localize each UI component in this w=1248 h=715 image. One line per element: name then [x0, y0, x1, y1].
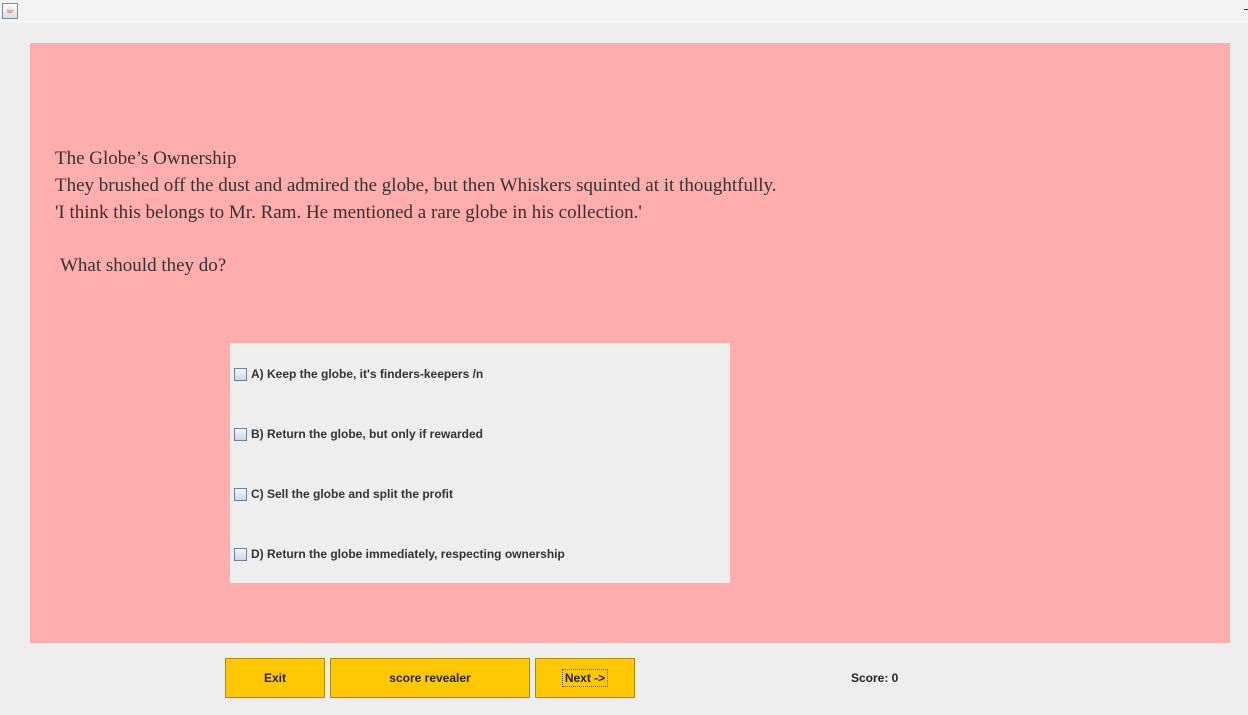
- checkbox-icon[interactable]: [234, 367, 247, 381]
- option-a[interactable]: A) Keep the globe, it's finders-keepers …: [234, 366, 483, 382]
- option-label: A) Keep the globe, it's finders-keepers …: [251, 367, 484, 381]
- minimize-icon[interactable]: [1244, 9, 1248, 10]
- option-label: C) Sell the globe and split the profit: [251, 487, 454, 501]
- checkbox-icon[interactable]: [234, 487, 247, 501]
- option-label: D) Return the globe immediately, respect…: [251, 547, 565, 561]
- checkbox-icon[interactable]: [234, 427, 247, 441]
- option-c[interactable]: C) Sell the globe and split the profit: [234, 486, 453, 502]
- java-cup-icon[interactable]: ☕: [2, 3, 18, 19]
- next-button[interactable]: Next ->: [535, 658, 635, 698]
- story-panel: The Globe’s Ownership They brushed off t…: [30, 43, 1230, 643]
- story-question: What should they do?: [60, 255, 227, 276]
- option-label: B) Return the globe, but only if rewarde…: [251, 427, 484, 441]
- checkbox-icon[interactable]: [234, 547, 247, 561]
- options-box: A) Keep the globe, it's finders-keepers …: [230, 343, 730, 583]
- score-revealer-button[interactable]: score revealer: [330, 658, 530, 698]
- option-d[interactable]: D) Return the globe immediately, respect…: [234, 546, 565, 562]
- title-bar: ☕: [0, 0, 1248, 23]
- option-b[interactable]: B) Return the globe, but only if rewarde…: [234, 426, 483, 442]
- score-label: Score: 0: [851, 671, 899, 685]
- exit-button[interactable]: Exit: [225, 658, 325, 698]
- story-text: The Globe’s Ownership They brushed off t…: [55, 148, 777, 223]
- next-button-label: Next ->: [561, 669, 609, 687]
